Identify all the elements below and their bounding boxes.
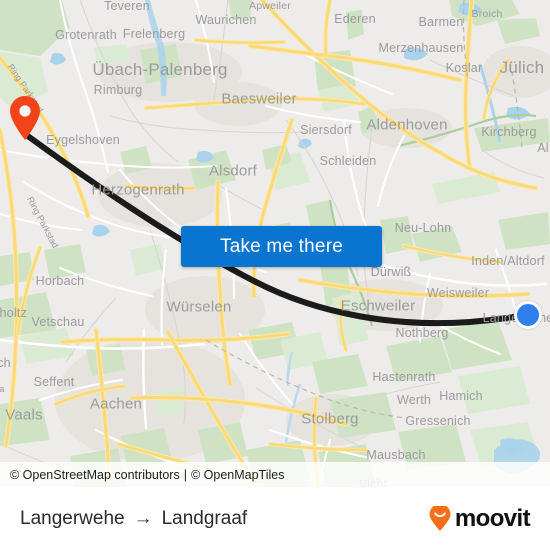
origin-pin-icon[interactable] (8, 95, 42, 141)
trip-origin-label: Langerwehe (20, 507, 125, 529)
trip-summary: Langerwehe → Landgraaf (20, 508, 247, 530)
moovit-logo[interactable]: moovit (427, 504, 531, 533)
attribution-separator: | (183, 467, 187, 482)
take-me-there-button[interactable]: Take me there (181, 226, 382, 267)
arrow-right-icon: → (133, 507, 153, 529)
moovit-pin-icon (429, 505, 451, 531)
attribution-openmaptiles[interactable]: © OpenMapTiles (191, 468, 285, 482)
trip-footer: Langerwehe → Landgraaf moovit (0, 487, 550, 550)
moovit-wordmark: moovit (454, 504, 531, 532)
attribution-osm[interactable]: © OpenStreetMap contributors (10, 468, 180, 482)
map-attribution-bar: © OpenStreetMap contributors | © OpenMap… (0, 462, 550, 487)
moovit-map-screen: .green{fill:#cfe3c4;} .greenlt{fill:#dbe… (0, 0, 550, 550)
trip-destination-label: Landgraaf (161, 507, 248, 529)
map-canvas[interactable]: .green{fill:#cfe3c4;} .greenlt{fill:#dbe… (0, 0, 550, 487)
destination-dot-marker[interactable] (514, 301, 542, 329)
